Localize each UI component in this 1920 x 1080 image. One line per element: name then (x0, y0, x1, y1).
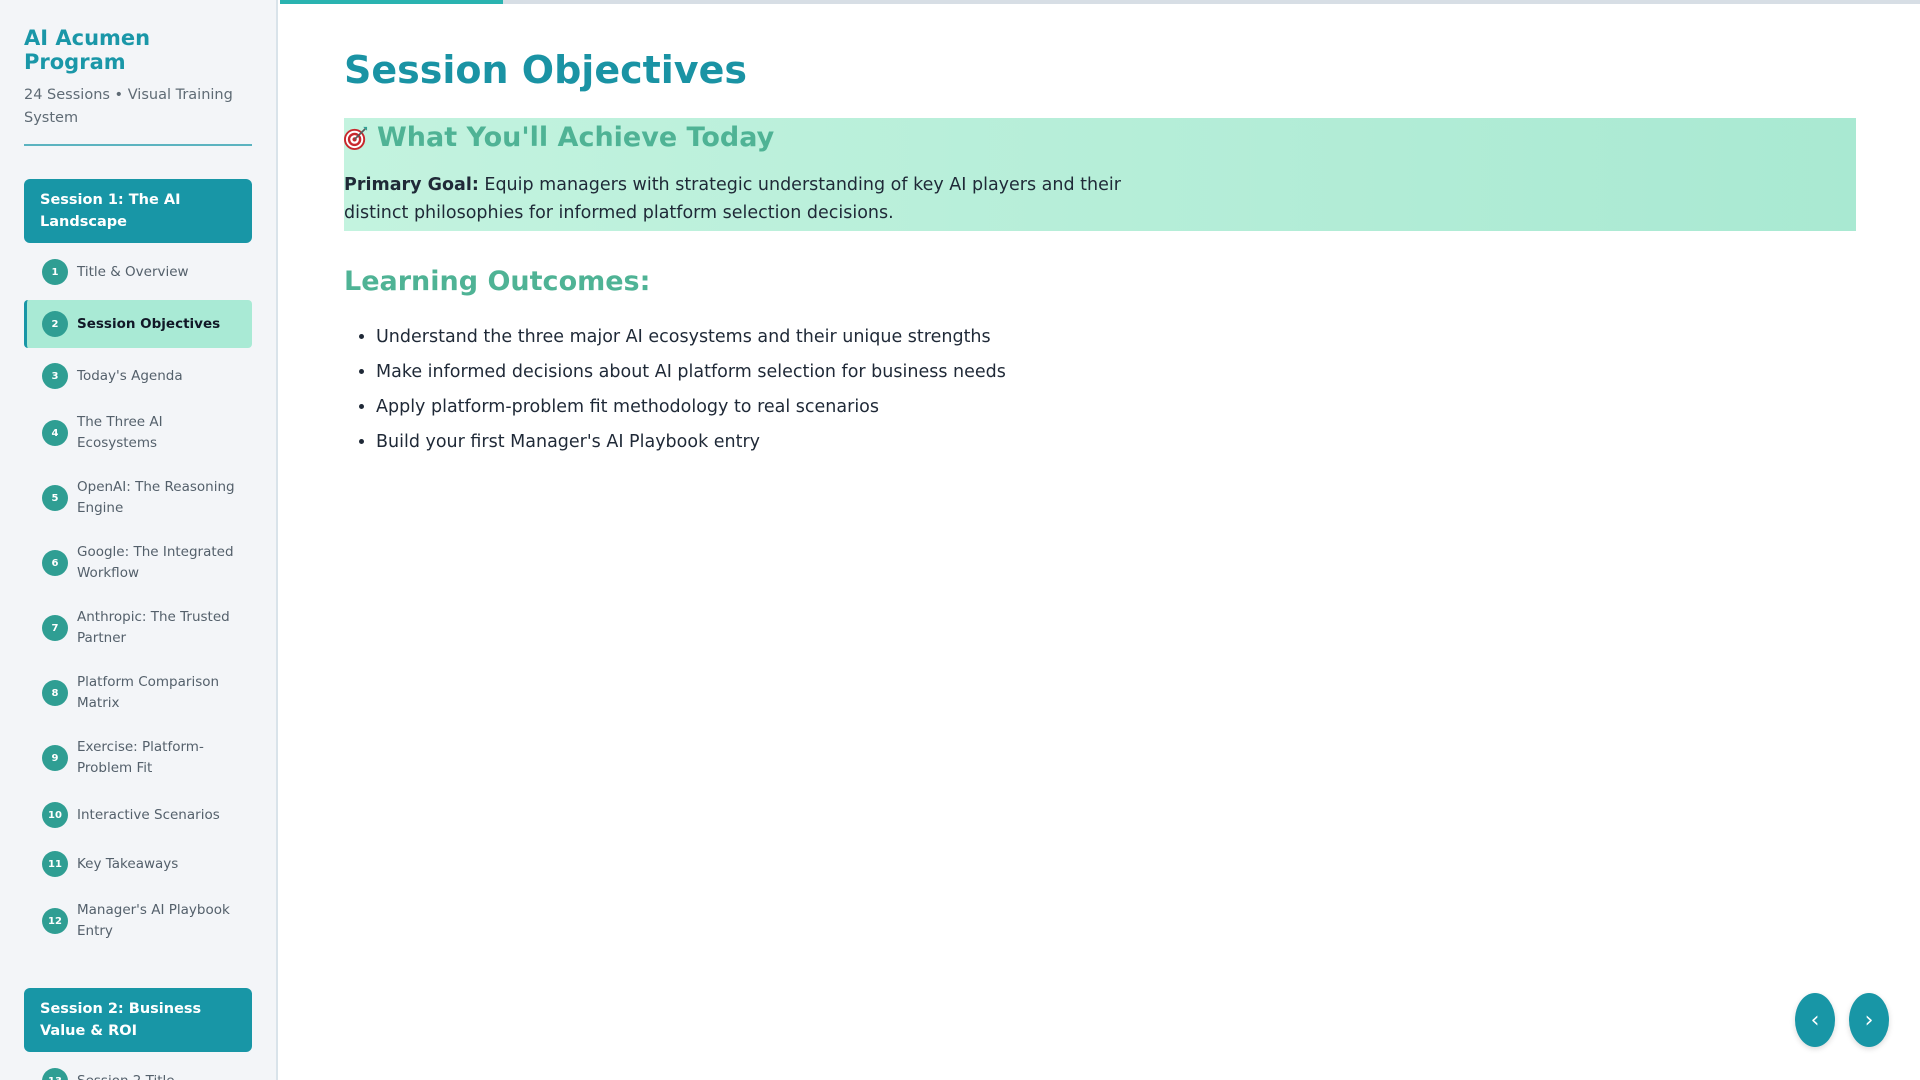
nav-item-label: Exercise: Platform-Problem Fit (77, 739, 204, 776)
slide-number-badge: 10 (42, 802, 68, 828)
nav-item-label: Platform Comparison Matrix (77, 674, 220, 711)
brand-title: AI Acumen Program (24, 26, 151, 74)
slide-number-badge: 9 (42, 745, 68, 771)
slide-number-badge: 1 (42, 259, 68, 285)
list-item: Build your first Manager's AI Playbook e… (376, 425, 1006, 460)
brand: AI Acumen Program 24 Sessions • Visual T… (0, 0, 276, 130)
brand-subtitle: 24 Sessions • Visual Training System (24, 87, 233, 126)
achieve-heading: What You'll Achieve Today (344, 122, 1856, 153)
nav-item-three-ecosystems[interactable]: 4 The Three AI Ecosystems (24, 404, 252, 462)
divider (24, 144, 252, 146)
page-title: Session Objectives (344, 48, 747, 92)
slide-number-badge: 13 (42, 1068, 68, 1080)
session-header-2[interactable]: Session 2: Business Value & ROI (24, 988, 252, 1052)
nav-item-label: Today's Agenda (77, 367, 183, 384)
slide-number-badge: 3 (42, 363, 68, 389)
sidebar: AI Acumen Program 24 Sessions • Visual T… (0, 0, 278, 1080)
slide-number-badge: 8 (42, 680, 68, 706)
nav-item-comparison-matrix[interactable]: 8 Platform Comparison Matrix (24, 664, 252, 722)
session-1-nav: 1 Title & Overview 2 Session Objectives 3T… (0, 251, 276, 950)
slide-number-badge: 4 (42, 420, 68, 446)
slide-number-badge: 2 (42, 311, 68, 337)
slide-number-badge: 11 (42, 851, 68, 877)
nav-item-google[interactable]: 6 Google: The Integrated Workflow (24, 534, 252, 592)
nav-item-openai[interactable]: 5 OpenAI: The Reasoning Engine (24, 469, 252, 527)
next-slide-button[interactable]: › (1849, 993, 1889, 1047)
nav-item-session-objectives[interactable]: 2 Session Objectives (24, 300, 252, 348)
nav-item-label: Session Objectives (77, 315, 221, 332)
nav-item-title-overview[interactable]: 1 Title & Overview (24, 251, 252, 293)
learning-outcomes-list: Understand the three major AI ecosystems… (344, 320, 1006, 460)
slide-number-badge: 5 (42, 485, 68, 511)
previous-slide-button[interactable]: ‹ (1795, 993, 1835, 1047)
nav-item-label: Title & Overview (77, 263, 189, 280)
nav-item-playbook-entry[interactable]: 12 Manager's AI Playbook Entry (24, 892, 252, 950)
list-item: Apply platform-problem fit methodology t… (376, 390, 1006, 425)
nav-item-key-takeaways[interactable]: 11 Key Takeaways (24, 843, 252, 885)
nav-item-label: Manager's AI Playbook Entry (77, 902, 230, 939)
nav-item-todays-agenda[interactable]: 3 Today's Agenda (24, 355, 252, 397)
session-2-nav: 13 Session 2 Title (0, 1060, 276, 1080)
nav-item-session-2-title[interactable]: 13 Session 2 Title (24, 1060, 252, 1080)
learning-outcomes-title: Learning Outcomes: (344, 266, 651, 297)
list-item: Understand the three major AI ecosystems… (376, 320, 1006, 355)
nav-item-label: Key Takeaways (77, 855, 179, 872)
slide-number-badge: 12 (42, 908, 68, 934)
target-icon (344, 126, 368, 150)
slide-number-badge: 7 (42, 615, 68, 641)
list-item: Make informed decisions about AI platfor… (376, 355, 1006, 390)
session-header-1[interactable]: Session 1: The AI Landscape (24, 179, 252, 243)
nav-item-label: OpenAI: The Reasoning Engine (77, 479, 235, 516)
progress-fill (280, 0, 504, 4)
progress-track (280, 0, 1920, 4)
nav-item-anthropic[interactable]: 7 Anthropic: The Trusted Partner (24, 599, 252, 657)
nav-item-label: Google: The Integrated Workflow (77, 544, 234, 581)
achieve-box: What You'll Achieve Today Primary Goal: … (344, 118, 1856, 231)
nav-item-exercise[interactable]: 9 Exercise: Platform-Problem Fit (24, 729, 252, 787)
goal-label: Primary Goal: (344, 175, 479, 195)
slide-number-badge: 6 (42, 550, 68, 576)
nav-item-label: Interactive Scenarios (77, 806, 220, 823)
nav-item-interactive-scenarios[interactable]: 10 Interactive Scenarios (24, 794, 252, 836)
nav-item-label: Anthropic: The Trusted Partner (77, 609, 230, 646)
nav-item-label: Session 2 Title (77, 1071, 175, 1080)
nav-item-label: The Three AI Ecosystems (77, 414, 163, 451)
primary-goal: Primary Goal: Equip managers with strate… (344, 171, 1144, 227)
achieve-title: What You'll Achieve Today (377, 122, 775, 153)
